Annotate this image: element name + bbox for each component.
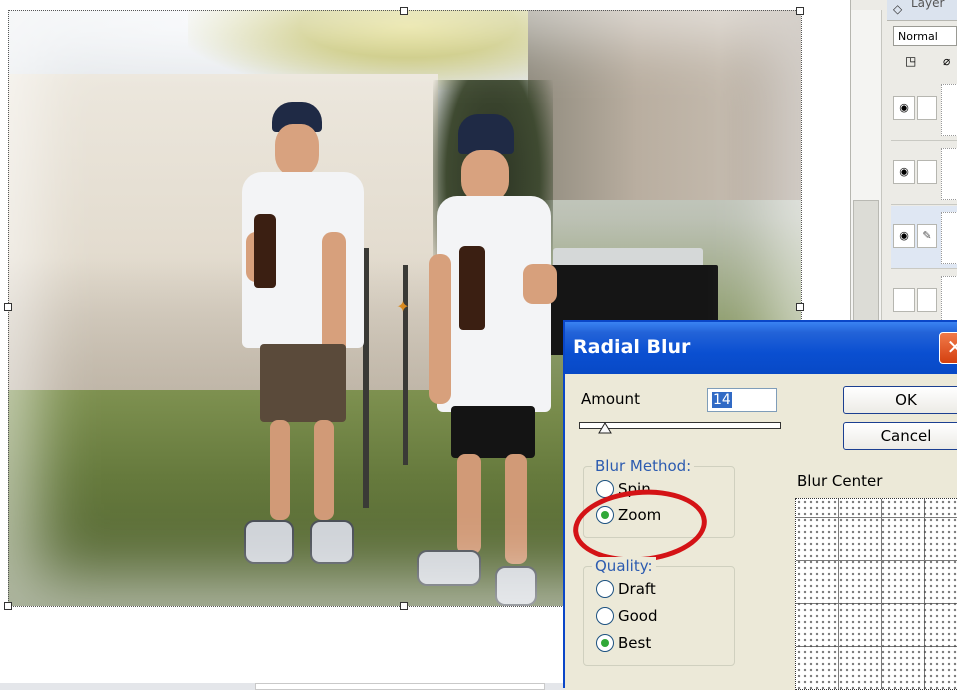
close-icon[interactable]: ✕ <box>939 332 957 364</box>
blur-method-title: Blur Method: <box>592 457 695 475</box>
amount-input[interactable]: 14 <box>707 388 777 412</box>
link-icon[interactable] <box>917 96 937 120</box>
amount-label: Amount <box>581 390 640 408</box>
link-icon[interactable] <box>917 160 937 184</box>
layer-tool-icons: ◳ ⌀ <box>893 52 957 72</box>
layer-thumbnail <box>941 212 957 264</box>
radio-draft[interactable]: Draft <box>596 579 656 601</box>
brush-tool-icon[interactable]: ⌀ <box>943 54 950 68</box>
quality-title: Quality: <box>592 557 656 575</box>
radio-label: Best <box>618 633 652 652</box>
eye-icon[interactable]: ◉ <box>893 224 915 248</box>
layers-header[interactable]: ◇ Layer <box>887 0 957 21</box>
blur-grid <box>796 499 957 689</box>
blend-mode-select[interactable]: Normal <box>893 26 957 46</box>
layer-row[interactable]: ◉ <box>891 142 957 205</box>
scrollbar-thumb[interactable] <box>853 200 879 337</box>
resize-handle[interactable] <box>400 7 408 15</box>
radio-button[interactable] <box>596 579 614 598</box>
layers-icon: ◇ <box>893 2 903 16</box>
eye-hidden-icon[interactable] <box>893 288 915 312</box>
layer-row[interactable]: ◉ ✎ <box>891 206 957 269</box>
blur-center-preview[interactable] <box>795 498 957 690</box>
dialog-titlebar[interactable]: Radial Blur ✕ <box>565 322 957 374</box>
dialog-body: Amount 14 OK Cancel Blur Method: Spin Zo… <box>565 374 957 690</box>
resize-handle[interactable] <box>4 602 12 610</box>
blur-center-label: Blur Center <box>797 472 883 490</box>
eye-icon[interactable]: ◉ <box>893 160 915 184</box>
eye-icon[interactable]: ◉ <box>893 96 915 120</box>
radio-label: Good <box>618 606 658 625</box>
resize-handle[interactable] <box>400 602 408 610</box>
radio-best[interactable]: Best <box>596 633 651 655</box>
resize-handle[interactable] <box>4 303 12 311</box>
layer-thumbnail <box>941 148 957 200</box>
crosshair-icon[interactable]: ✦ <box>396 299 410 315</box>
layers-header-label: Layer <box>911 0 945 10</box>
status-field <box>255 683 545 690</box>
resize-handle[interactable] <box>796 303 804 311</box>
new-layer-icon[interactable]: ◳ <box>905 54 916 68</box>
ok-button[interactable]: OK <box>843 386 957 414</box>
radial-blur-dialog: Radial Blur ✕ Amount 14 OK Cancel Blur M… <box>563 320 957 690</box>
layer-row[interactable]: ◉ <box>891 78 957 141</box>
amount-value: 14 <box>712 392 732 408</box>
resize-handle[interactable] <box>796 7 804 15</box>
layer-thumbnail <box>941 84 957 136</box>
quality-group: Quality: Draft Good Best <box>583 557 735 666</box>
radio-button-selected[interactable] <box>596 633 614 652</box>
radio-button[interactable] <box>596 606 614 625</box>
brush-icon[interactable]: ✎ <box>917 224 937 248</box>
cancel-button[interactable]: Cancel <box>843 422 957 450</box>
radio-label: Draft <box>618 579 656 598</box>
link-icon[interactable] <box>917 288 937 312</box>
slider-thumb[interactable] <box>598 419 612 434</box>
radio-good[interactable]: Good <box>596 606 658 628</box>
dialog-title: Radial Blur <box>573 336 691 358</box>
